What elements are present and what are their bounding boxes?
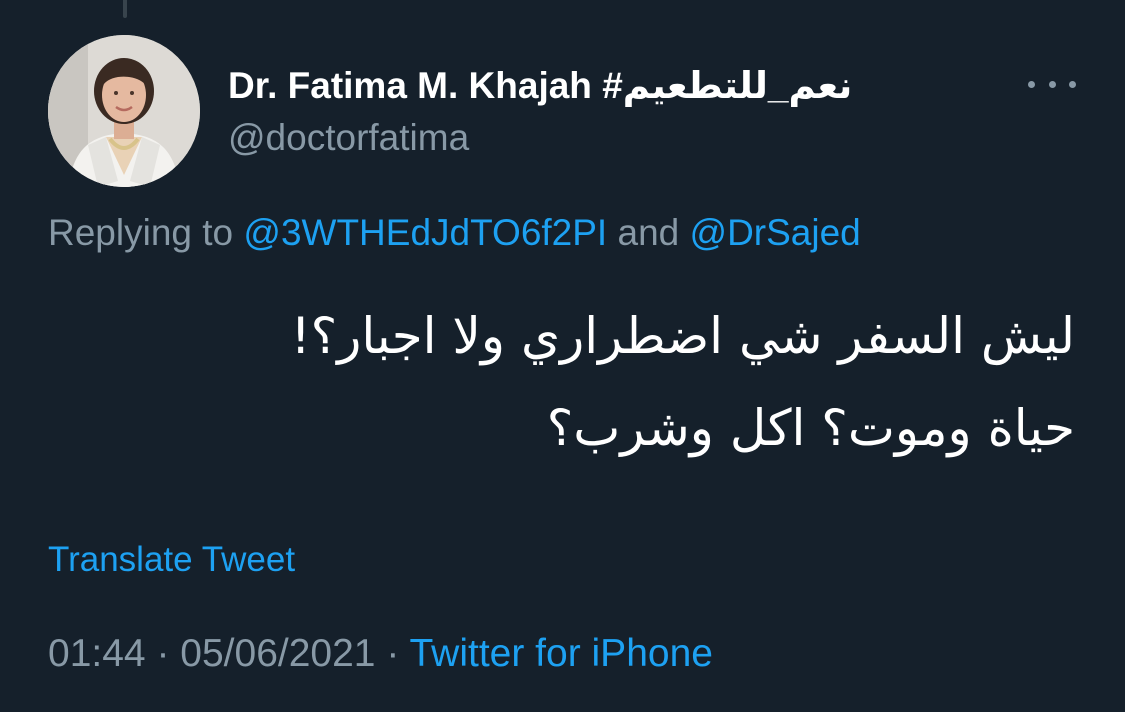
tweet-text-line: حياة وموت؟ اكل وشرب؟ xyxy=(546,399,1075,457)
tweet-source-link[interactable]: Twitter for iPhone xyxy=(409,632,712,675)
more-dot xyxy=(1069,80,1076,88)
profile-photo xyxy=(48,35,200,187)
more-options-icon[interactable] xyxy=(1028,72,1076,96)
tweet-text: ليش السفر شي اضطراري ولا اجبار؟! حياة وم… xyxy=(55,290,1075,474)
reply-conjunction: and xyxy=(617,212,680,253)
replying-to-line: Replying to @3WTHEdJdTO6f2PI and @DrSaje… xyxy=(48,212,861,254)
author-display-name[interactable]: Dr. Fatima M. Khajah #نعم_للتطعيم xyxy=(228,64,852,107)
reply-mention-link[interactable]: @DrSajed xyxy=(690,212,861,253)
thread-connector-line xyxy=(123,0,127,18)
reply-mention-link[interactable]: @3WTHEdJdTO6f2PI xyxy=(243,212,607,253)
avatar[interactable] xyxy=(48,35,200,187)
translate-tweet-link[interactable]: Translate Tweet xyxy=(48,540,295,580)
more-dot xyxy=(1048,80,1056,88)
meta-separator: · xyxy=(156,632,170,675)
tweet-text-line: ليش السفر شي اضطراري ولا اجبار؟! xyxy=(290,307,1075,365)
tweet-date: 05/06/2021 xyxy=(180,632,376,675)
tweet-time: 01:44 xyxy=(48,632,146,675)
tweet-metadata: 01:44 · 05/06/2021 · Twitter for iPhone xyxy=(48,632,713,676)
meta-separator: · xyxy=(386,632,400,675)
replying-to-label: Replying to xyxy=(48,212,234,253)
author-handle[interactable]: @doctorfatima xyxy=(228,117,469,159)
more-dot xyxy=(1028,80,1035,88)
